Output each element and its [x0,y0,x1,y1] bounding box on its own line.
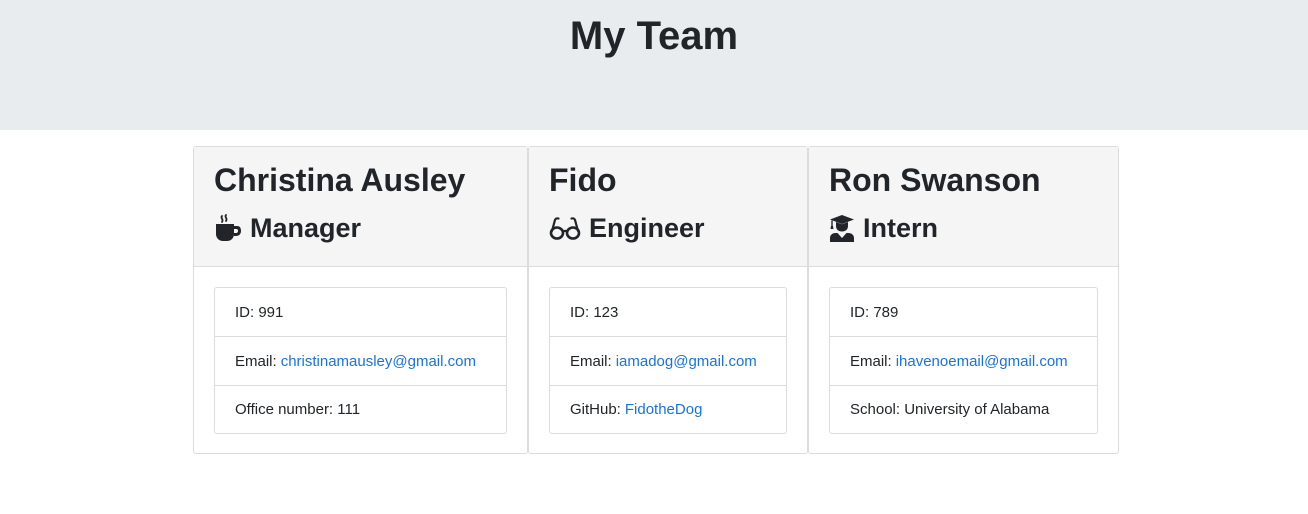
list-item-email: Email: ihavenoemail@gmail.com [830,337,1097,386]
email-label: Email: [570,352,612,370]
employee-details: ID: 789 Email: ihavenoemail@gmail.com Sch… [829,287,1098,434]
page-header: My Team [0,0,1308,130]
role-label: Manager [250,213,362,243]
page-title: My Team [569,14,739,58]
glasses-icon [549,214,581,242]
list-item-id: ID: 789 [830,288,1097,337]
id-label: ID: [570,303,590,321]
list-item-email: Email: christinamausley@gmail.com [215,337,506,386]
email-label: Email: [235,352,277,370]
email-link[interactable]: iamadog@gmail.com [616,353,757,370]
employee-name: Fido [549,162,617,198]
email-link[interactable]: christinamausley@gmail.com [281,353,476,370]
list-item-id: ID: 991 [215,288,506,337]
list-item-school: School: University of Alabama [830,386,1097,433]
list-item-email: Email: iamadog@gmail.com [550,337,786,386]
employee-card-manager: Christina Ausley Manager ID: 991 Email: c… [193,146,528,454]
card-header: Christina Ausley Manager [194,147,527,267]
github-link[interactable]: FidotheDog [625,401,703,418]
id-label: ID: [850,303,870,321]
office-label: Office number: [235,401,334,418]
employee-role: Engineer [549,208,705,248]
list-item-github: GitHub: FidotheDog [550,386,786,433]
employee-details: ID: 991 Email: christinamausley@gmail.com… [214,287,507,434]
github-label: GitHub: [570,401,621,418]
card-header: Ron Swanson Intern [809,147,1118,267]
school-value: University of Alabama [904,401,1050,418]
employee-role: Manager [214,208,361,248]
employee-name: Ron Swanson [829,162,1041,198]
card-header: Fido Engineer [529,147,807,267]
list-item-id: ID: 123 [550,288,786,337]
id-value: 991 [258,303,284,321]
role-label: Engineer [589,213,705,243]
employee-role: Intern [829,208,938,248]
coffee-icon [214,214,242,242]
school-label: School: [850,401,901,418]
email-label: Email: [850,352,892,370]
employee-name: Christina Ausley [214,162,466,198]
office-value: 111 [337,401,361,418]
id-value: 789 [873,303,899,321]
email-link[interactable]: ihavenoemail@gmail.com [896,353,1068,370]
role-label: Intern [863,213,939,243]
id-value: 123 [593,303,619,321]
id-label: ID: [235,303,255,321]
graduate-icon [829,214,855,242]
employee-details: ID: 123 Email: iamadog@gmail.com GitHub: F… [549,287,787,434]
employee-card-engineer: Fido Engineer ID: 123 Email: iamadog@gmai… [528,146,808,454]
list-item-office: Office number: 111 [215,386,506,433]
employee-card-intern: Ron Swanson Intern ID: 789 Email: ihaveno… [808,146,1119,454]
